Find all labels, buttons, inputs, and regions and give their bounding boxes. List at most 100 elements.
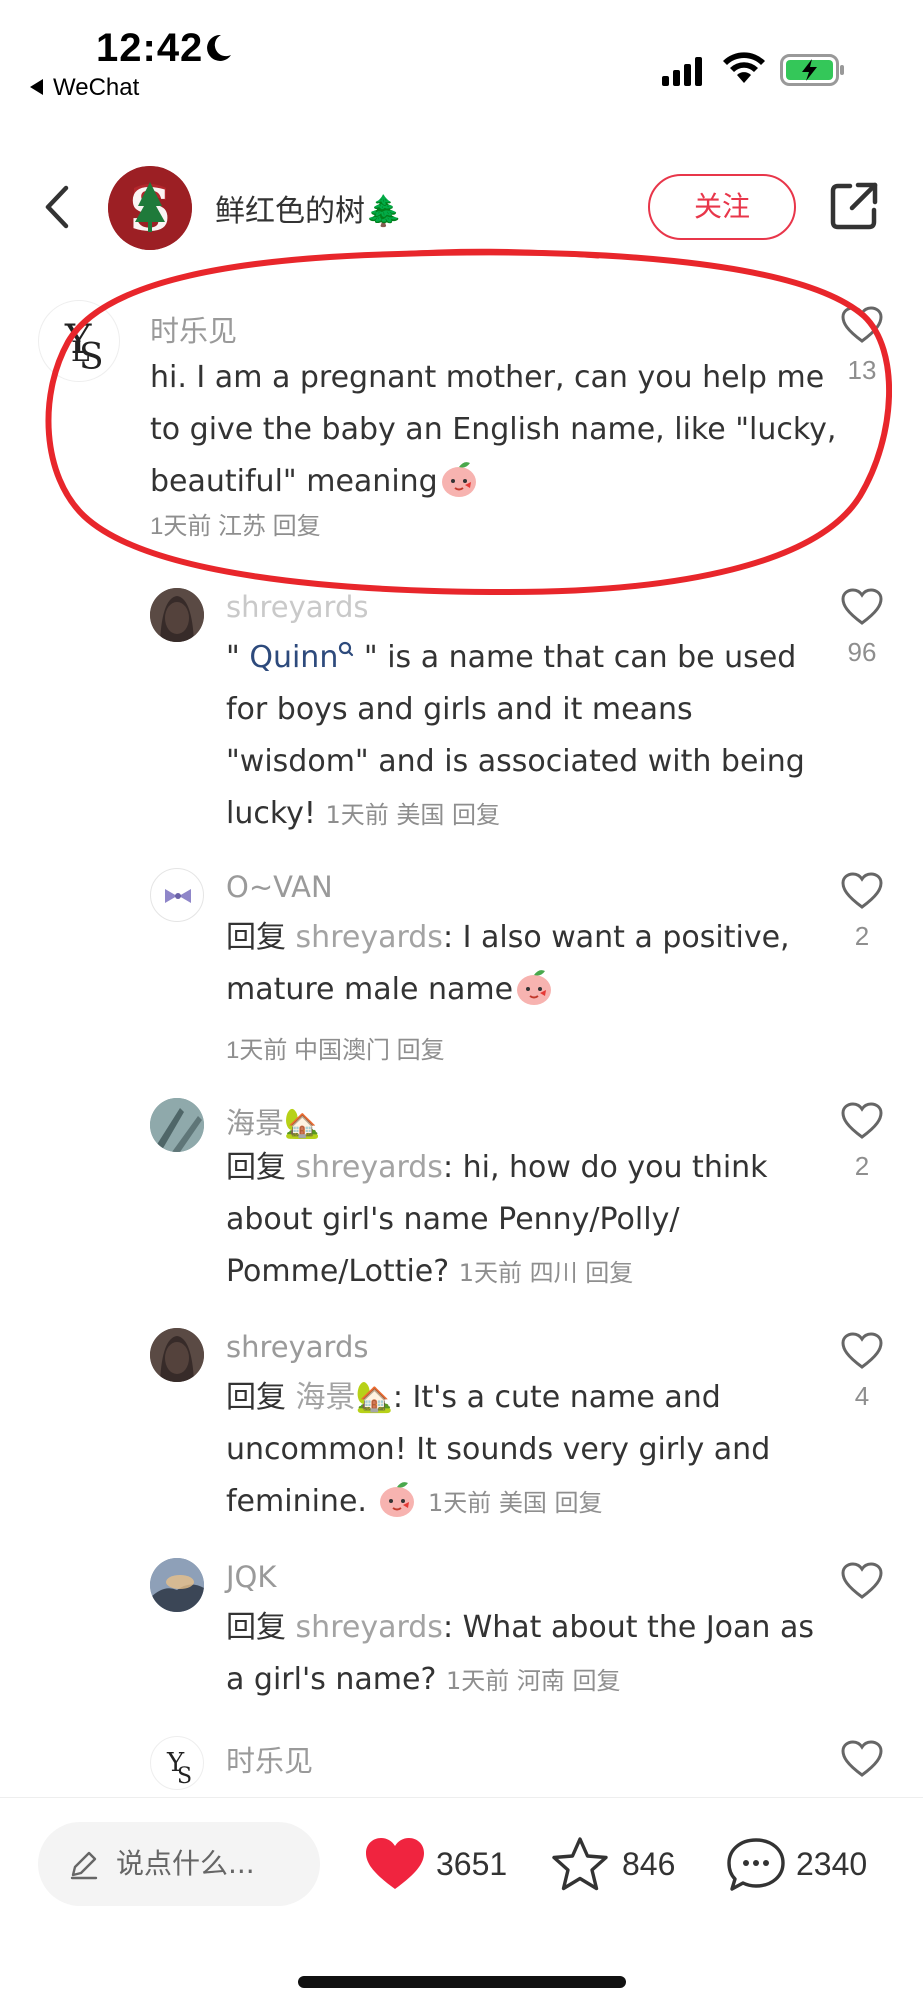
comments-post-button[interactable]: 2340 [726,1832,896,1896]
heart-outline-icon [841,872,883,909]
like-count: 4 [854,1381,870,1411]
comment-meta: 1天前 美国 回复 [428,1489,603,1517]
author-name[interactable]: 鲜红色的树🌲 [215,186,402,230]
comment-item: O~VAN 回复 shreyards: I also want a positi… [0,868,923,1068]
avatar-photo [150,588,204,642]
bottom-action-bar: 说点什么... 3651 846 2340 [0,1797,923,2001]
search-icon[interactable] [338,641,354,659]
like-count: 13 [847,355,877,385]
avatar[interactable] [150,1098,204,1152]
svg-text:S: S [177,1764,192,1789]
like-button[interactable]: 2 [832,872,892,952]
peach-emoji [517,970,552,1005]
avatar-photo [150,1098,204,1152]
comment-text: 回复 shreyards: I also want a positive, ma… [226,912,826,1016]
status-bar: 12:42 WeChat [0,0,923,110]
reply-label: 回复 [226,920,286,955]
comment-text: 回复 海景🏡: It's a cute name and uncommon! I… [226,1372,806,1529]
status-time: 12:42 [96,26,204,70]
heart-outline-icon [841,306,883,343]
post-like-count: 3651 [436,1846,508,1882]
comment-meta: 1天前 美国 回复 [325,801,501,829]
comment-item: Y S L 时乐见 hi. I am a pregnant mother, ca… [0,300,923,550]
heart-outline-icon [841,1740,883,1777]
comment-username[interactable]: O~VAN [226,870,333,904]
reply-label: 回复 [226,1150,286,1185]
star-icon [552,1837,608,1891]
reply-target-name[interactable]: shreyards [296,920,443,955]
like-button[interactable]: 4 [832,1332,892,1412]
reply-label: 回复 [226,1380,286,1415]
like-button[interactable]: 96 [832,588,892,668]
heart-outline-icon [841,1102,883,1139]
ysl-logo-icon: Y S L [64,317,104,378]
like-button[interactable] [832,1740,892,1783]
post-header: S 鲜红色的树🌲 关注 [0,160,923,252]
like-count: 96 [847,637,877,667]
post-favorite-count: 846 [622,1846,676,1882]
avatar[interactable] [150,1328,204,1382]
back-to-app-button[interactable]: WeChat [30,74,139,102]
author-avatar[interactable]: S [108,166,192,250]
comment-meta: 1天前 江苏 回复 [150,513,321,540]
svg-text:L: L [71,335,90,368]
comment-username[interactable]: shreyards [226,1330,368,1364]
reply-target-name[interactable]: shreyards [296,1150,443,1185]
post-comment-count: 2340 [796,1846,868,1882]
comment-bubble-icon [727,1838,785,1891]
follow-button[interactable]: 关注 [648,174,796,240]
battery-charging-icon [780,54,844,86]
like-post-button[interactable]: 3651 [364,1832,514,1896]
peach-emoji [441,462,476,497]
ysl-logo-icon: Y S [166,1748,192,1789]
back-triangle-icon [30,78,43,95]
comment-item: Y S 时乐见 [0,1736,923,1796]
avatar[interactable]: Y S L [38,300,120,382]
avatar[interactable] [150,1558,204,1612]
comment-username[interactable]: 时乐见 [150,308,237,350]
reply-target-name[interactable]: 海景🏡 [296,1380,393,1415]
comment-prefix: " [226,640,250,675]
share-icon[interactable] [828,180,880,232]
like-button[interactable]: 2 [832,1102,892,1182]
like-count: 2 [854,1151,870,1181]
comment-input[interactable]: 说点什么... [38,1822,320,1906]
comment-text: " Quinn " is a name that can be used for… [226,632,816,841]
comment-body: hi. I am a pregnant mother, can you help… [150,360,837,499]
home-indicator[interactable] [298,1976,626,1988]
comment-item: 海景🏡 回复 shreyards: hi, how do you think a… [0,1098,923,1298]
reply-label: 回复 [226,1610,286,1645]
avatar[interactable]: Y S [150,1736,204,1790]
back-app-label: WeChat [53,74,140,101]
wifi-icon [723,52,765,83]
avatar[interactable] [150,868,204,922]
comment-username[interactable]: 海景🏡 [226,1100,320,1142]
comment-username[interactable]: 时乐见 [226,1738,313,1780]
back-chevron-icon[interactable] [38,182,78,232]
name-search-link[interactable]: Quinn [249,640,338,675]
comment-item: shreyards " Quinn " is a name that can b… [0,588,923,838]
comment-username[interactable]: shreyards [226,590,368,624]
comment-meta: 1天前 中国澳门 回复 [226,1037,445,1064]
signal-icon [662,57,702,86]
moon-icon [207,34,231,61]
comment-username[interactable]: JQK [226,1560,276,1594]
comment-item: shreyards 回复 海景🏡: It's a cute name and u… [0,1328,923,1528]
avatar[interactable] [150,588,204,642]
comment-meta: 1天前 河南 回复 [445,1667,621,1695]
pen-icon [70,1851,98,1880]
comment-input-placeholder: 说点什么... [116,1847,255,1880]
heart-outline-icon [841,588,883,625]
reply-target-name[interactable]: shreyards [296,1610,443,1645]
avatar-photo [150,1328,204,1382]
stanford-logo-icon: S [108,166,192,250]
like-button[interactable] [832,1562,892,1605]
like-button[interactable]: 13 [832,306,892,386]
comment-item: JQK 回复 shreyards: What about the Joan as… [0,1558,923,1708]
heart-filled-icon [366,1838,424,1889]
favorite-post-button[interactable]: 846 [550,1832,690,1896]
comment-text: hi. I am a pregnant mother, can you help… [150,352,850,508]
peach-emoji [380,1482,415,1517]
heart-outline-icon [841,1332,883,1369]
bow-icon [165,889,191,903]
